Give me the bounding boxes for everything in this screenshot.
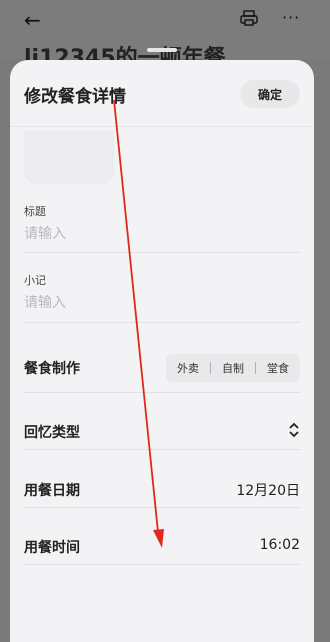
- edit-meal-sheet: 修改餐食详情 确定 标题 小记 餐食制作 外卖 自制 堂食 回忆类型 用餐日期 …: [10, 48, 314, 642]
- option-dine-in[interactable]: 堂食: [256, 360, 300, 376]
- sheet-title: 修改餐食详情: [24, 87, 126, 107]
- divider: [24, 564, 300, 565]
- arrow-left-icon[interactable]: ←: [24, 8, 41, 32]
- printer-icon[interactable]: [240, 10, 258, 26]
- drag-handle[interactable]: [147, 48, 177, 52]
- option-homemade[interactable]: 自制: [211, 360, 255, 376]
- meal-making-segmented-control: 外卖 自制 堂食: [166, 354, 300, 382]
- divider: [24, 392, 300, 393]
- divider: [24, 322, 300, 323]
- meal-date-label: 用餐日期: [24, 483, 80, 499]
- title-input[interactable]: [24, 222, 300, 246]
- note-field-label: 小记: [24, 274, 46, 287]
- confirm-button[interactable]: 确定: [240, 80, 300, 108]
- note-input[interactable]: [24, 291, 300, 315]
- divider: [24, 507, 300, 508]
- title-field-label: 标题: [24, 205, 46, 218]
- meal-time-label: 用餐时间: [24, 540, 80, 556]
- meal-image-placeholder[interactable]: [24, 130, 114, 184]
- meal-date-value[interactable]: 12月20日: [236, 480, 300, 500]
- divider: [24, 252, 300, 253]
- memory-type-label[interactable]: 回忆类型: [24, 422, 80, 442]
- header-divider: [10, 126, 314, 127]
- meal-making-label: 餐食制作: [24, 361, 80, 377]
- option-takeout[interactable]: 外卖: [166, 360, 210, 376]
- more-horizontal-icon[interactable]: ···: [282, 8, 300, 27]
- divider: [24, 449, 300, 450]
- chevron-up-down-icon[interactable]: [288, 422, 300, 438]
- meal-time-value[interactable]: 16:02: [260, 537, 300, 553]
